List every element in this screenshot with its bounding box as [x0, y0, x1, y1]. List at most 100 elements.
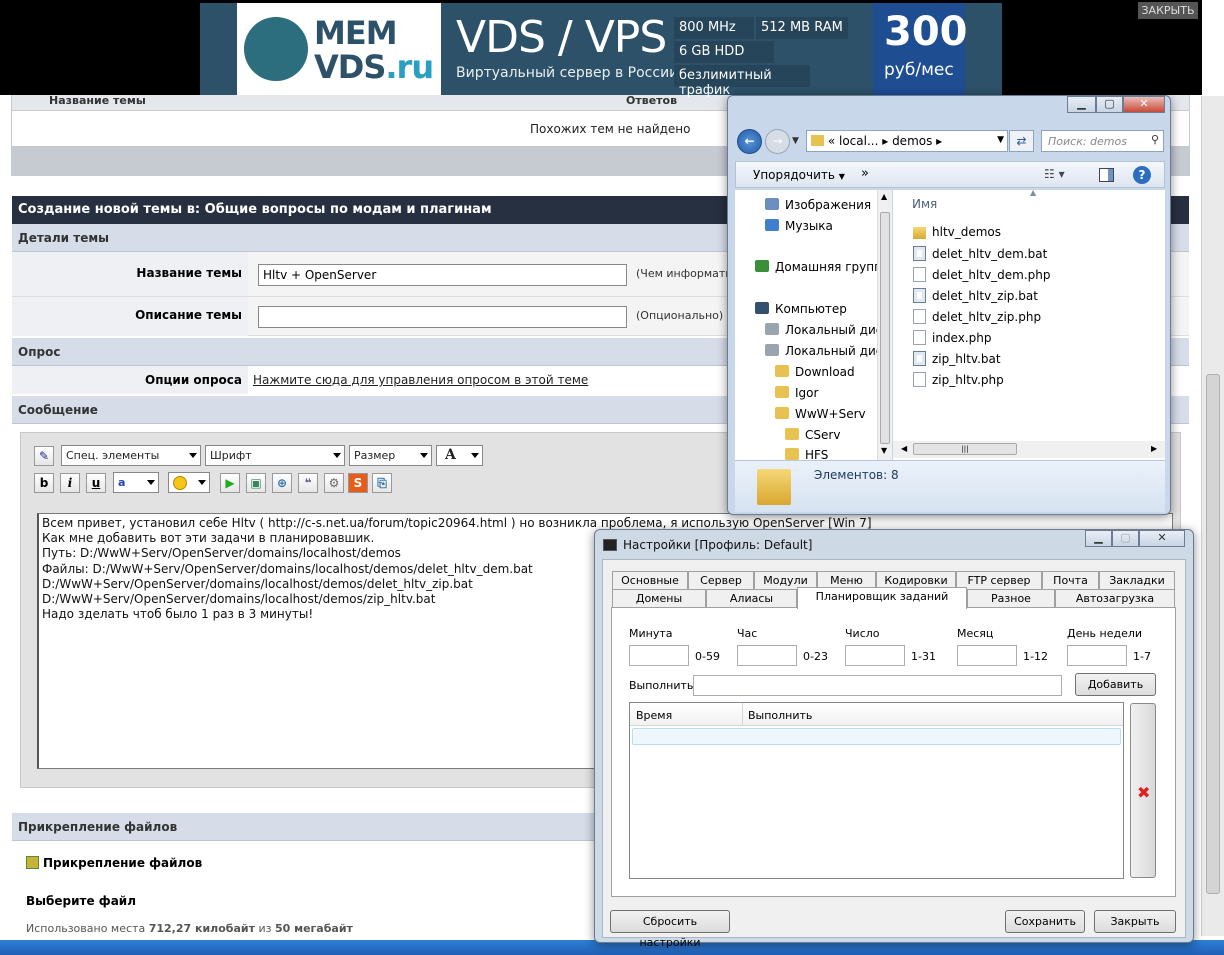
- desc-input[interactable]: [258, 306, 627, 328]
- table-row[interactable]: [632, 728, 1121, 745]
- tab-bookmarks[interactable]: Закладки: [1099, 571, 1175, 589]
- view-menu-icon[interactable]: ☷ ▾: [1044, 167, 1065, 181]
- close-button[interactable]: ✕: [1139, 530, 1185, 547]
- delete-task-button[interactable]: ✖: [1130, 703, 1156, 878]
- file-item[interactable]: hltv_demos: [913, 225, 1001, 239]
- minute-input[interactable]: [629, 645, 689, 666]
- tab-scheduler[interactable]: Планировщик заданий: [797, 587, 967, 609]
- nav-scrollbar[interactable]: ▲ ▼: [877, 190, 892, 460]
- tree-item[interactable]: Музыка: [765, 219, 833, 233]
- ad-brand-vds: VDS: [314, 48, 386, 86]
- file-item[interactable]: index.php: [913, 330, 991, 345]
- special-elements-select[interactable]: Спец. элементы: [61, 445, 201, 466]
- font-color-select[interactable]: A: [436, 445, 483, 466]
- address-dropdown-icon[interactable]: ▼: [997, 135, 1004, 145]
- close-dialog-button[interactable]: Закрыть: [1094, 910, 1176, 933]
- tree-item[interactable]: Локальный диск: [765, 344, 884, 358]
- tab-server[interactable]: Сервер: [688, 571, 754, 589]
- minimize-button[interactable]: ▁: [1085, 530, 1112, 547]
- folder-icon: [775, 386, 789, 398]
- spoiler-button[interactable]: S: [348, 473, 368, 493]
- forward-button[interactable]: →: [765, 129, 790, 154]
- title-input[interactable]: Hltv + OpenServer: [258, 264, 627, 286]
- tree-item[interactable]: HFS: [785, 448, 828, 460]
- hour-input[interactable]: [737, 645, 797, 666]
- address-segment[interactable]: local...: [839, 134, 878, 148]
- tasks-table[interactable]: Время Выполнить: [629, 702, 1124, 879]
- col-run-header[interactable]: Выполнить: [748, 709, 812, 722]
- weekday-input[interactable]: [1067, 645, 1127, 666]
- month-input[interactable]: [957, 645, 1017, 666]
- italic-button[interactable]: i: [60, 473, 80, 493]
- underline-button[interactable]: u: [86, 473, 106, 493]
- day-input[interactable]: [845, 645, 905, 666]
- insert-image-button[interactable]: ▣: [246, 473, 266, 493]
- tree-item-label: HFS: [805, 448, 829, 460]
- ad-close-button[interactable]: ЗАКРЫТЬ: [1138, 2, 1198, 19]
- horizontal-scrollbar[interactable]: ◀ ||| ▶: [893, 441, 1165, 458]
- font-select[interactable]: Шрифт: [205, 445, 345, 466]
- insert-link-button[interactable]: ⊕: [272, 473, 292, 493]
- organize-button[interactable]: Упорядочить ▼: [753, 168, 845, 182]
- tree-item[interactable]: Igor: [775, 386, 818, 400]
- minimize-button[interactable]: ▁: [1067, 96, 1096, 113]
- tree-item[interactable]: Изображения: [765, 198, 871, 212]
- maximize-button[interactable]: ▢: [1112, 530, 1139, 547]
- tree-item[interactable]: CServ: [785, 428, 840, 442]
- col-time-header[interactable]: Время: [636, 709, 672, 722]
- file-item[interactable]: zip_hltv.bat: [913, 351, 1001, 366]
- save-button[interactable]: Сохранить: [1005, 910, 1085, 933]
- page-scrollbar-thumb[interactable]: [1206, 374, 1220, 894]
- search-input[interactable]: Поиск: demos ⚲: [1041, 130, 1164, 152]
- similar-empty-text: Похожих тем не найдено: [530, 122, 691, 136]
- poll-manage-link[interactable]: Нажмите сюда для управления опросом в эт…: [253, 373, 588, 387]
- tab-aliases[interactable]: Алиасы: [706, 589, 797, 607]
- refresh-button[interactable]: ⇄: [1009, 130, 1034, 152]
- tree-item[interactable]: Download: [775, 365, 855, 379]
- address-bar[interactable]: « local... ▸ demos ▸ ▼: [806, 130, 1008, 152]
- file-item[interactable]: delet_hltv_dem.bat: [913, 246, 1047, 261]
- remove-format-button[interactable]: ✎: [34, 446, 54, 466]
- day-range: 1-31: [911, 650, 936, 663]
- file-name: zip_hltv.php: [932, 373, 1004, 387]
- tree-item[interactable]: Компьютер: [755, 302, 847, 316]
- history-dropdown-icon[interactable]: ▼: [792, 136, 799, 146]
- text-color-select[interactable]: a: [113, 472, 159, 493]
- close-button[interactable]: ✕: [1123, 96, 1165, 113]
- file-item[interactable]: zip_hltv.php: [913, 372, 1004, 387]
- address-segment[interactable]: demos: [892, 134, 932, 148]
- more-commands-button[interactable]: »: [861, 166, 869, 181]
- preview-button[interactable]: ⎘: [372, 473, 392, 493]
- file-item[interactable]: delet_hltv_zip.php: [913, 309, 1041, 324]
- ad-banner[interactable]: MEM VDS.ru VDS / VPS Виртуальный сервер …: [0, 0, 1202, 98]
- insert-quote-button[interactable]: ❝: [298, 473, 318, 493]
- add-button[interactable]: Добавить: [1075, 673, 1156, 696]
- back-button[interactable]: ←: [737, 129, 762, 154]
- insert-code-button[interactable]: ⚙: [324, 473, 344, 493]
- tab-domains[interactable]: Домены: [612, 589, 706, 607]
- ad-brain-logo: [244, 17, 308, 81]
- bold-button[interactable]: b: [34, 473, 54, 493]
- maximize-button[interactable]: ▢: [1096, 96, 1123, 113]
- size-select[interactable]: Размер: [349, 445, 432, 466]
- tab-autostart[interactable]: Автозагрузка: [1055, 589, 1175, 607]
- run-input[interactable]: [693, 675, 1062, 696]
- tree-item-label: Igor: [795, 386, 819, 400]
- file-item[interactable]: delet_hltv_zip.bat: [913, 288, 1038, 303]
- tree-item[interactable]: WwW+Serv: [775, 407, 866, 421]
- name-column-header[interactable]: Имя: [912, 197, 937, 211]
- tree-item[interactable]: Домашняя группа: [755, 260, 884, 274]
- page-scrollbar[interactable]: [1201, 96, 1224, 936]
- tab-misc[interactable]: Разное: [967, 589, 1055, 607]
- tab-mail[interactable]: Почта: [1042, 571, 1099, 589]
- help-icon[interactable]: ?: [1133, 166, 1151, 184]
- emoticon-select[interactable]: [168, 472, 210, 493]
- file-item[interactable]: delet_hltv_dem.php: [913, 267, 1051, 282]
- insert-media-button[interactable]: ▶: [220, 473, 240, 493]
- preview-pane-icon[interactable]: [1099, 168, 1114, 182]
- reset-settings-button[interactable]: Сбросить настройки: [610, 910, 730, 949]
- big-folder-icon: [757, 469, 791, 505]
- tab-main[interactable]: Основные: [612, 571, 688, 589]
- tree-item[interactable]: Локальный диск: [765, 323, 884, 337]
- tab-ftp[interactable]: FTP сервер: [956, 571, 1042, 589]
